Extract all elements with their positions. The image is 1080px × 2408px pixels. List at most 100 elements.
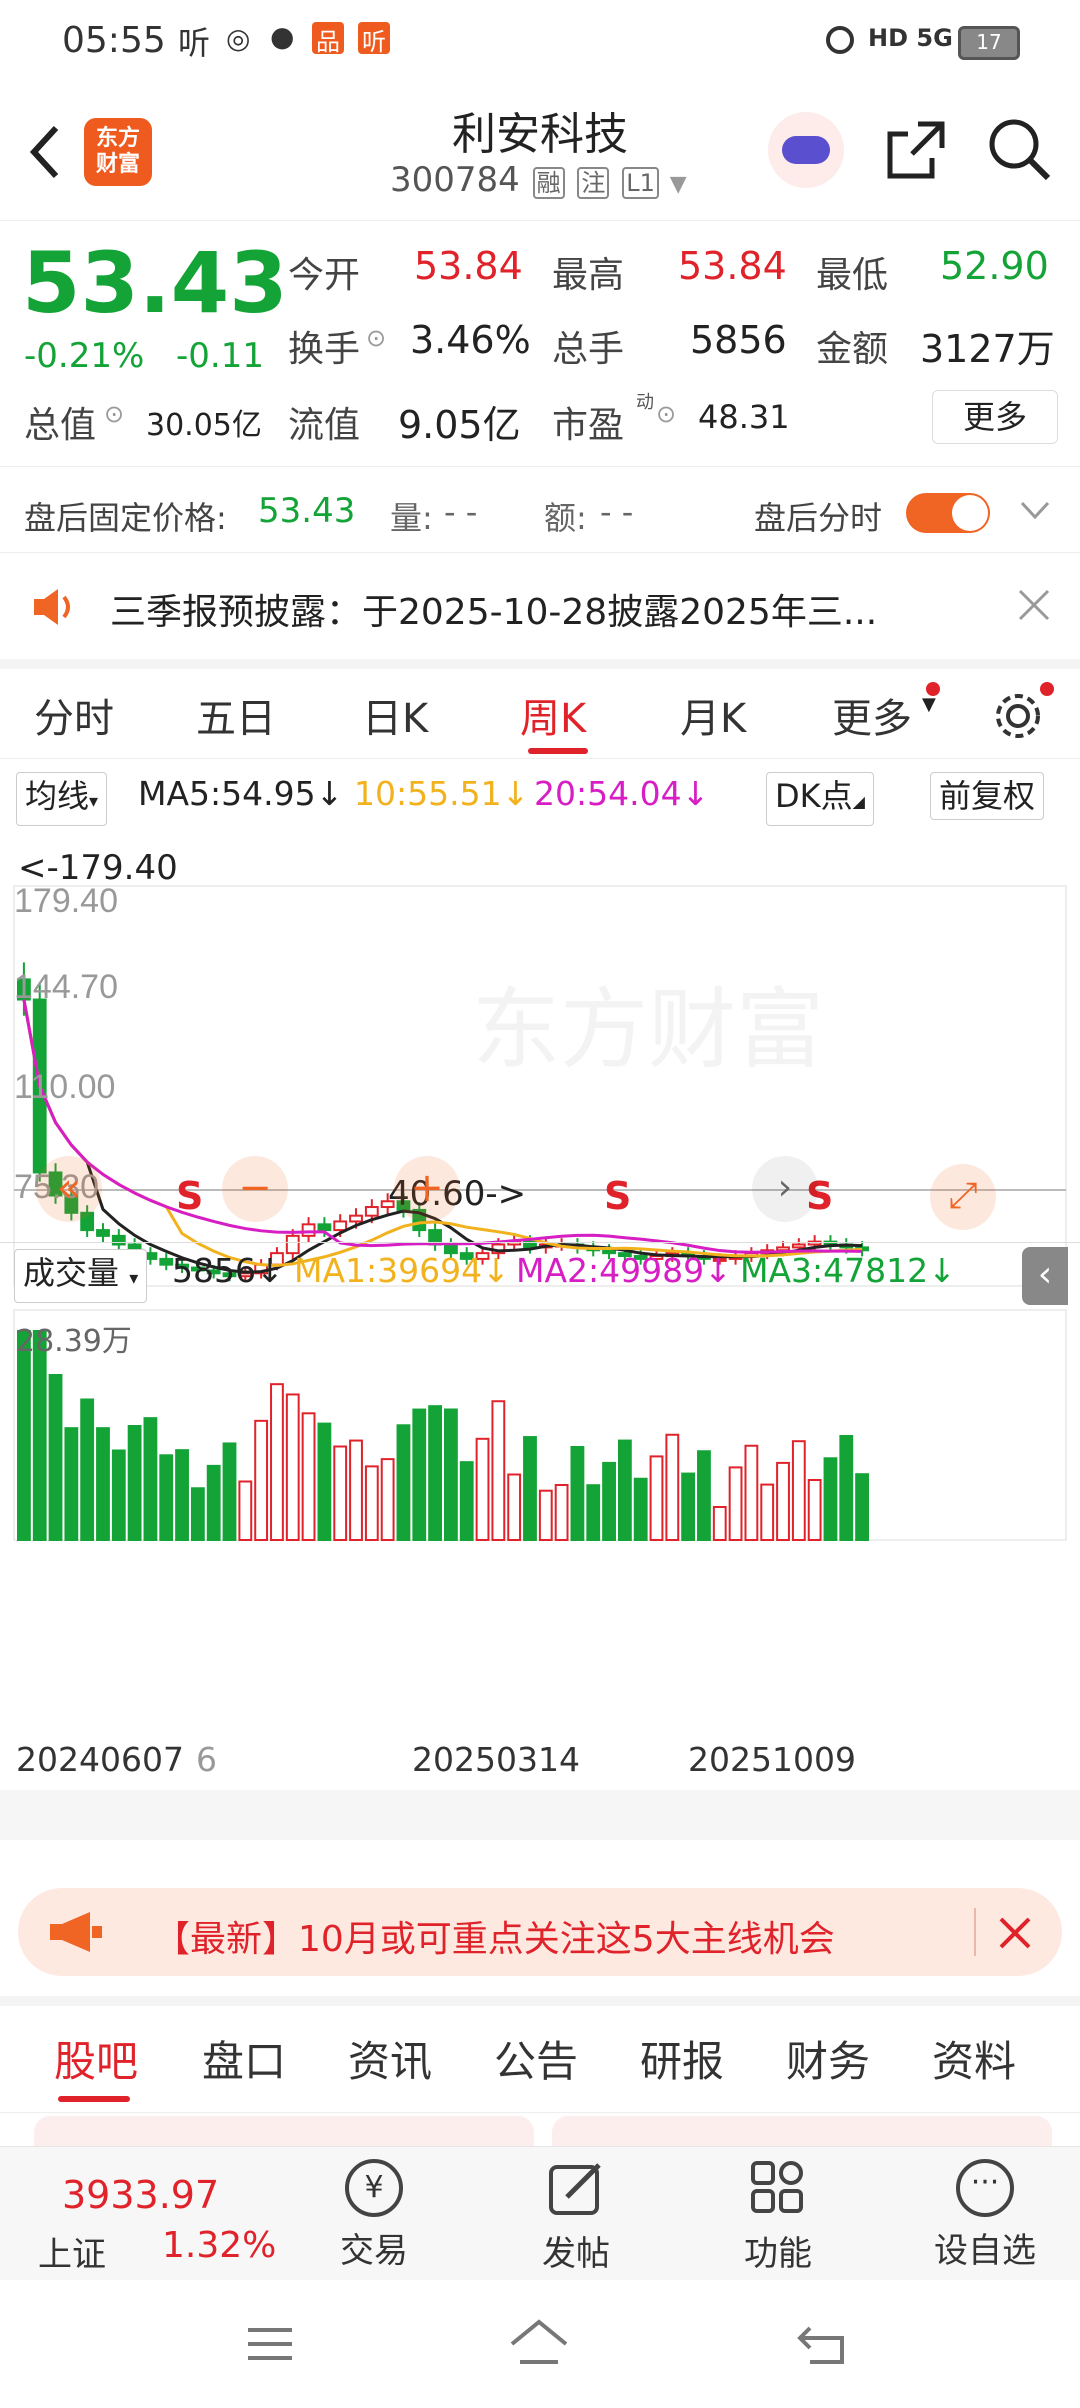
volume-bar [507, 1473, 522, 1541]
nav-add-watchlist[interactable]: ··· 设自选 [920, 2147, 1050, 2281]
volume-bar [855, 1473, 869, 1541]
zoom-in-icon[interactable]: + [394, 1156, 460, 1222]
volume-bar [285, 1393, 300, 1542]
nav-post[interactable]: 发帖 [516, 2147, 636, 2281]
ma5-value: MA5:54.95↓ [138, 774, 344, 813]
open-label: 今开 [288, 255, 361, 296]
high-value: 53.84 [678, 244, 787, 288]
ma-dropdown-button[interactable]: 均线▾ [16, 772, 108, 826]
notice-text: 三季报预披露：于2025-10-28披露2025年三... [110, 592, 878, 633]
pe-dynamic-mark: 动 [636, 392, 654, 413]
date-label: 20251009 [688, 1740, 856, 1779]
volume-bar [649, 1455, 664, 1542]
volume-bar [538, 1489, 553, 1541]
high-label: 最高 [552, 255, 625, 296]
volume-current: 5856↓ [172, 1251, 284, 1290]
tab-monthly-k[interactable]: 月K [680, 686, 746, 744]
volume-bar [143, 1417, 158, 1542]
search-icon[interactable] [986, 116, 1052, 182]
chevron-right-icon[interactable]: › [752, 1156, 818, 1222]
tab-forum[interactable]: 股吧 [54, 2028, 138, 2089]
volume-bar [380, 1458, 395, 1542]
zoom-out-icon[interactable]: − [222, 1156, 288, 1222]
back-nav-icon[interactable] [796, 2320, 850, 2368]
volume-bar [127, 1425, 142, 1541]
status-time: 05:55 [62, 20, 166, 61]
tab-five-day[interactable]: 五日 [196, 686, 276, 744]
kline-svg[interactable]: 东方财富 179.40144.70110.0075.3040.60 [0, 820, 1080, 1870]
battery-icon: 17 [958, 26, 1020, 60]
volume-bar [349, 1439, 363, 1541]
stock-code-row[interactable]: 300784 融 注 L1 ▼ [390, 160, 687, 200]
collapse-panel-icon[interactable]: ‹ [1022, 1247, 1068, 1305]
share-icon[interactable] [884, 118, 948, 182]
tab-timeshare[interactable]: 分时 [34, 686, 114, 744]
volume-bar [222, 1442, 237, 1542]
watermark: 东方财富 [472, 980, 824, 1079]
volume-bar [270, 1383, 284, 1542]
volume-bar [665, 1433, 680, 1542]
status-app-icon: 听 [358, 22, 390, 56]
candle-body [317, 1223, 332, 1232]
close-icon[interactable] [1018, 589, 1050, 621]
volume-ma1: MA1:39694↓ [294, 1251, 510, 1290]
nav-label: 设自选 [934, 2231, 1036, 2271]
toggle-knob [952, 495, 988, 531]
tab-more[interactable]: 更多 [832, 686, 912, 744]
volume-bars-group [17, 1330, 869, 1542]
volume-bar [206, 1464, 221, 1541]
assistant-avatar[interactable] [768, 112, 844, 188]
close-icon[interactable] [998, 1916, 1032, 1950]
info-icon[interactable]: ⊙ [366, 324, 386, 352]
menu-icon[interactable] [246, 2324, 294, 2364]
info-icon[interactable]: ⊙ [656, 400, 676, 428]
edit-post-icon [549, 2163, 601, 2215]
tab-financials[interactable]: 财务 [786, 2028, 870, 2089]
tab-daily-k[interactable]: 日K [362, 686, 428, 744]
fullscreen-icon[interactable]: ⤢ [930, 1164, 996, 1230]
volume-value: 5856 [690, 318, 787, 362]
tab-research[interactable]: 研报 [640, 2028, 724, 2089]
afterhours-toggle[interactable] [906, 493, 990, 533]
more-button[interactable]: 更多 [932, 390, 1058, 444]
alarm-icon [826, 26, 854, 54]
y-axis-label: 144.70 [14, 968, 118, 1006]
scroll-left-icon[interactable]: « [36, 1156, 102, 1222]
volume-bar [444, 1408, 458, 1541]
adjust-button[interactable]: 前复权 [930, 772, 1045, 820]
tab-announcements[interactable]: 公告 [494, 2028, 578, 2089]
status-app-icon: 品 [312, 22, 344, 56]
index-ticker[interactable]: 3933.97 上证 1.32% [0, 2147, 300, 2281]
market-cap-value: 30.05亿 [146, 408, 262, 443]
promo-banner[interactable]: 【最新】10月或可重点关注这5大主线机会 [18, 1888, 1062, 1976]
info-icon[interactable]: ⊙ [104, 400, 124, 428]
volume-bar [190, 1487, 205, 1542]
stock-header: 东方财富 利安科技 300784 融 注 L1 ▼ [0, 80, 1080, 221]
candle-body [96, 1229, 110, 1237]
volume-bar [839, 1435, 854, 1541]
nav-functions[interactable]: 功能 [718, 2147, 838, 2281]
forum-card [34, 2116, 534, 2146]
dk-point-button[interactable]: DK点◢ [766, 772, 874, 826]
afterhours-vol-label: 量: [390, 499, 433, 537]
chevron-down-icon[interactable] [1020, 501, 1050, 521]
volume-bar [333, 1445, 348, 1541]
nav-trade[interactable]: ¥ 交易 [314, 2147, 434, 2281]
index-value: 3933.97 [62, 2173, 220, 2217]
home-icon[interactable] [508, 2318, 570, 2368]
volume-button-label: 成交量 [23, 1254, 120, 1292]
tab-profile[interactable]: 资料 [932, 2028, 1016, 2089]
volume-bar [238, 1480, 253, 1541]
volume-bar [364, 1465, 379, 1542]
volume-dropdown-button[interactable]: 成交量 ▾ [14, 1249, 148, 1303]
tab-weekly-k[interactable]: 周K [520, 686, 586, 744]
status-app-icon: ● [270, 20, 295, 53]
amount-label: 金额 [816, 329, 889, 370]
chevron-down-icon: ▼ [669, 172, 687, 197]
notice-bar[interactable]: 三季报预披露：于2025-10-28披露2025年三... [0, 552, 1080, 669]
volume-bar [301, 1412, 316, 1542]
tab-orderbook[interactable]: 盘口 [202, 2028, 286, 2089]
settings-gear-icon[interactable] [990, 688, 1046, 744]
current-price: 53.43 [22, 234, 288, 332]
tab-news[interactable]: 资讯 [348, 2028, 432, 2089]
